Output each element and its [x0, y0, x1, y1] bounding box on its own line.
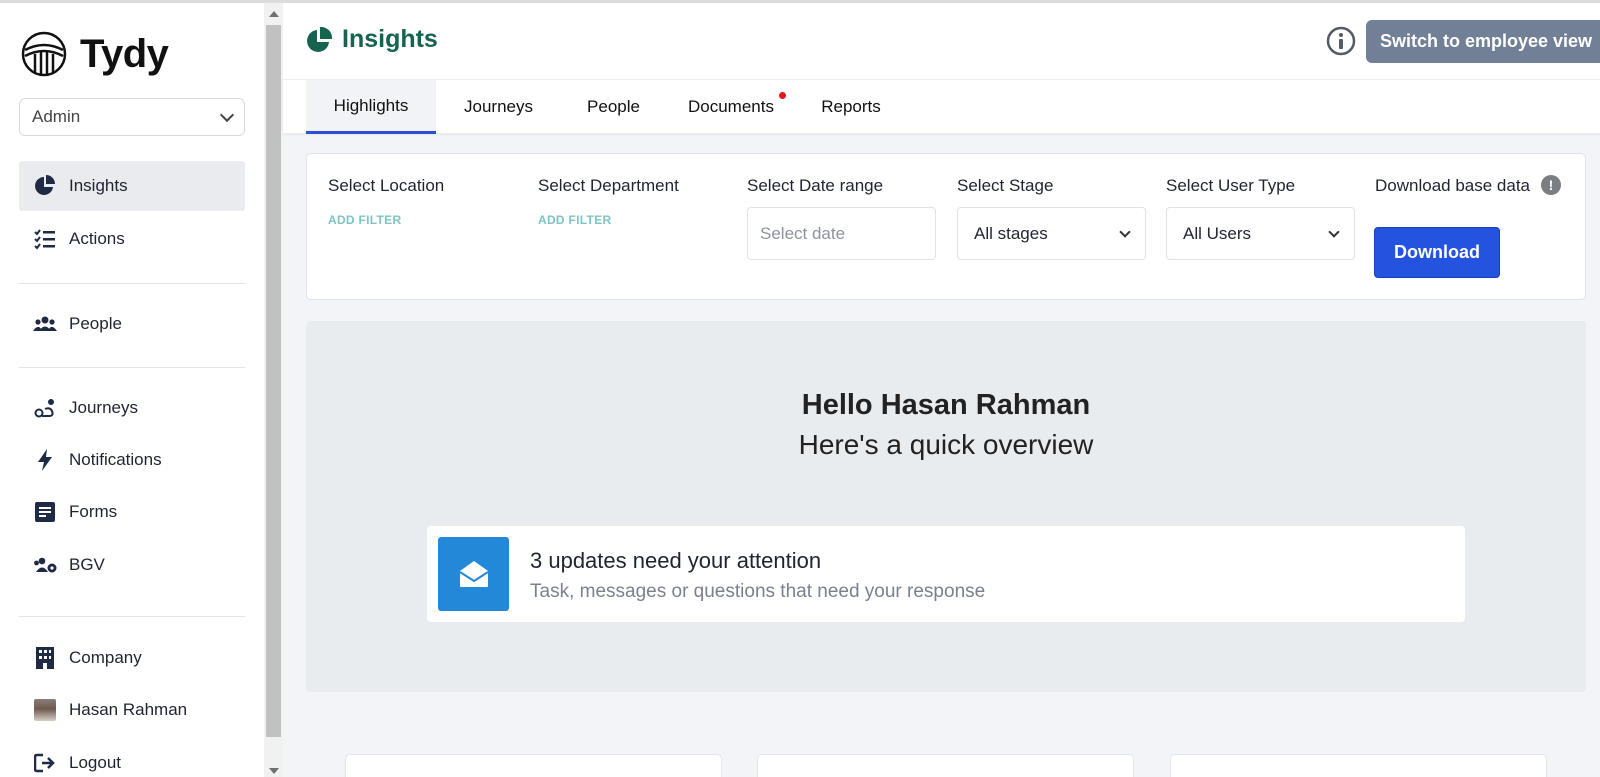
scroll-down-arrow-icon[interactable]	[269, 768, 279, 774]
chevron-down-icon	[1328, 225, 1340, 238]
greeting-heading: Hello Hasan Rahman	[801, 389, 1091, 421]
tab-label: Highlights	[333, 95, 409, 115]
form-icon	[33, 500, 57, 524]
sidebar-item-label: Notifications	[69, 450, 162, 469]
sidebar-scrollbar[interactable]	[264, 3, 283, 777]
checklist-icon	[33, 227, 57, 251]
switch-to-employee-view-button[interactable]: Switch to employee view	[1366, 20, 1600, 63]
department-filter-label: Select Department	[538, 176, 679, 195]
sidebar-item-label: Hasan Rahman	[69, 700, 188, 719]
sidebar-item-label: Insights	[69, 176, 128, 195]
greeting-subtitle: Here's a quick overview	[798, 429, 1094, 460]
download-button[interactable]: Download	[1374, 227, 1500, 278]
pie-chart-icon	[33, 174, 57, 198]
summary-card	[345, 754, 722, 777]
sidebar-item-label: BGV	[69, 555, 105, 574]
sidebar-item-label: Forms	[69, 502, 118, 521]
sidebar-item-profile[interactable]: Hasan Rahman	[19, 685, 245, 735]
page-title-text: Insights	[342, 25, 438, 53]
location-add-filter-link[interactable]: ADD FILTER	[328, 213, 401, 227]
tab-documents[interactable]: Documents	[666, 80, 796, 134]
tab-label: Journeys	[464, 97, 533, 116]
route-icon	[33, 396, 57, 420]
tab-people[interactable]: People	[561, 80, 666, 134]
summary-card	[1170, 754, 1547, 777]
page-title: Insights	[306, 25, 438, 54]
app-name: Tydy	[80, 31, 169, 76]
scroll-up-arrow-icon[interactable]	[269, 11, 279, 17]
bolt-icon	[33, 448, 57, 472]
avatar	[34, 699, 56, 721]
sidebar-item-notifications[interactable]: Notifications	[19, 435, 245, 485]
sidebar-item-actions[interactable]: Actions	[19, 214, 245, 264]
chevron-down-icon	[1119, 225, 1131, 238]
logout-icon	[33, 751, 57, 775]
chevron-down-icon	[219, 107, 235, 122]
sidebar-item-bgv[interactable]: BGV	[19, 540, 245, 590]
sidebar-divider	[19, 367, 245, 368]
role-select-value: Admin	[32, 107, 81, 126]
updates-card[interactable]: 3 updates need your attention Task, mess…	[427, 526, 1465, 622]
user-type-label: Select User Type	[1166, 176, 1296, 195]
stage-select-value: All stages	[974, 223, 1048, 243]
overview-panel: Hello Hasan Rahman Here's a quick overvi…	[306, 321, 1586, 692]
page-header: Insights Switch to employee view	[283, 3, 1600, 79]
users-gear-icon	[33, 553, 57, 577]
location-filter-label: Select Location	[328, 176, 445, 195]
stage-label: Select Stage	[957, 176, 1054, 195]
scroll-thumb[interactable]	[266, 25, 281, 737]
exclamation-icon[interactable]: !	[1541, 175, 1561, 195]
user-type-select-value: All Users	[1183, 223, 1252, 243]
sidebar-item-label: Journeys	[69, 398, 138, 417]
info-icon[interactable]	[1326, 26, 1356, 56]
envelope-open-icon	[438, 537, 509, 611]
sidebar-item-forms[interactable]: Forms	[19, 487, 245, 537]
filter-panel: Select Location ADD FILTER Select Depart…	[306, 153, 1586, 300]
pie-chart-icon	[307, 26, 332, 52]
sidebar-item-label: Company	[69, 648, 142, 667]
sidebar-item-label: Logout	[69, 753, 121, 772]
sidebar: Tydy Admin Insights Actions People Journ…	[0, 3, 264, 777]
sidebar-item-insights[interactable]: Insights	[19, 161, 245, 211]
role-select[interactable]: Admin	[19, 98, 245, 136]
tydy-logo-icon	[21, 31, 67, 77]
department-add-filter-link[interactable]: ADD FILTER	[538, 213, 611, 227]
insights-tabs: Highlights Journeys People Documents Rep…	[283, 79, 1600, 134]
sidebar-item-journeys[interactable]: Journeys	[19, 383, 245, 433]
building-icon	[33, 646, 57, 670]
tab-label: People	[587, 97, 640, 116]
sidebar-item-company[interactable]: Company	[19, 633, 245, 683]
download-base-data-label: Download base data	[1375, 176, 1531, 195]
date-range-input[interactable]: Select date	[747, 207, 936, 260]
notification-dot	[779, 92, 786, 99]
summary-card	[757, 754, 1134, 777]
user-type-select[interactable]: All Users	[1166, 207, 1355, 260]
tab-reports[interactable]: Reports	[796, 80, 906, 134]
updates-subtitle: Task, messages or questions that need yo…	[530, 581, 986, 602]
date-range-label: Select Date range	[747, 176, 884, 195]
tab-label: Reports	[821, 97, 881, 116]
sidebar-item-label: Actions	[69, 229, 125, 248]
sidebar-item-logout[interactable]: Logout	[19, 738, 245, 777]
users-icon	[33, 312, 57, 336]
tab-label: Documents	[688, 97, 774, 116]
updates-title: 3 updates need your attention	[530, 548, 822, 573]
sidebar-divider	[19, 283, 245, 284]
stage-select[interactable]: All stages	[957, 207, 1146, 260]
tab-highlights[interactable]: Highlights	[306, 80, 436, 134]
sidebar-item-people[interactable]: People	[19, 299, 245, 349]
sidebar-divider	[19, 616, 245, 617]
tab-journeys[interactable]: Journeys	[436, 80, 561, 134]
sidebar-item-label: People	[69, 314, 122, 333]
app-logo[interactable]: Tydy	[20, 27, 169, 81]
